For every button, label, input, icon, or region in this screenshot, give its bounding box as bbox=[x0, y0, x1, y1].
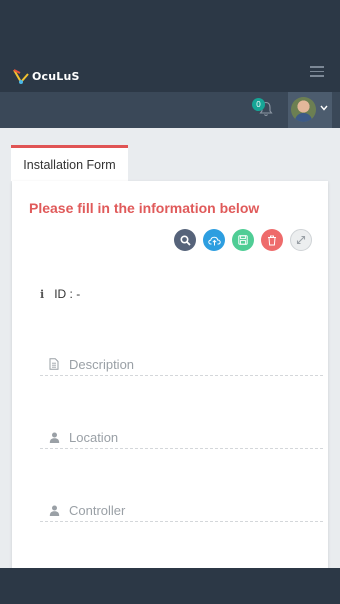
menu-toggle-button[interactable] bbox=[310, 66, 324, 77]
search-icon bbox=[179, 234, 191, 246]
document-icon bbox=[49, 358, 67, 370]
id-display: i ID : - bbox=[40, 287, 80, 301]
tab-installation-form[interactable]: Installation Form bbox=[11, 145, 128, 181]
notifications-button[interactable]: 0 bbox=[252, 98, 278, 122]
location-field[interactable]: Location bbox=[40, 426, 323, 449]
location-placeholder: Location bbox=[69, 429, 119, 445]
app-logo[interactable]: OcuLuS bbox=[12, 66, 80, 86]
save-icon bbox=[238, 235, 248, 245]
notification-count-badge: 0 bbox=[252, 98, 265, 111]
logo-text: OcuLuS bbox=[32, 69, 80, 83]
logo-mark-icon bbox=[13, 69, 29, 84]
expand-button[interactable] bbox=[290, 229, 312, 251]
user-icon bbox=[49, 432, 67, 443]
hamburger-line bbox=[310, 66, 324, 68]
trash-icon bbox=[268, 235, 276, 245]
chevron-down-icon bbox=[320, 105, 328, 111]
expand-icon bbox=[296, 235, 306, 245]
description-field[interactable]: Description bbox=[40, 353, 323, 376]
action-buttons bbox=[174, 229, 312, 251]
controller-placeholder: Controller bbox=[69, 502, 126, 518]
controller-field[interactable]: Controller bbox=[40, 499, 323, 522]
cloud-upload-icon bbox=[207, 236, 221, 245]
user-menu-button[interactable] bbox=[288, 92, 332, 128]
delete-button[interactable] bbox=[261, 229, 283, 251]
search-button[interactable] bbox=[174, 229, 196, 251]
hamburger-line bbox=[310, 75, 324, 77]
avatar bbox=[291, 97, 316, 122]
form-title: Please fill in the information below bbox=[29, 200, 260, 216]
save-button[interactable] bbox=[232, 229, 254, 251]
upload-button[interactable] bbox=[203, 229, 225, 251]
hamburger-line bbox=[310, 70, 324, 72]
form-panel: Please fill in the information below i I… bbox=[12, 181, 328, 581]
user-icon bbox=[49, 505, 67, 516]
info-icon: i bbox=[40, 288, 45, 301]
id-label: ID : - bbox=[54, 287, 81, 301]
bottom-bar bbox=[0, 568, 340, 604]
description-placeholder: Description bbox=[69, 356, 135, 372]
